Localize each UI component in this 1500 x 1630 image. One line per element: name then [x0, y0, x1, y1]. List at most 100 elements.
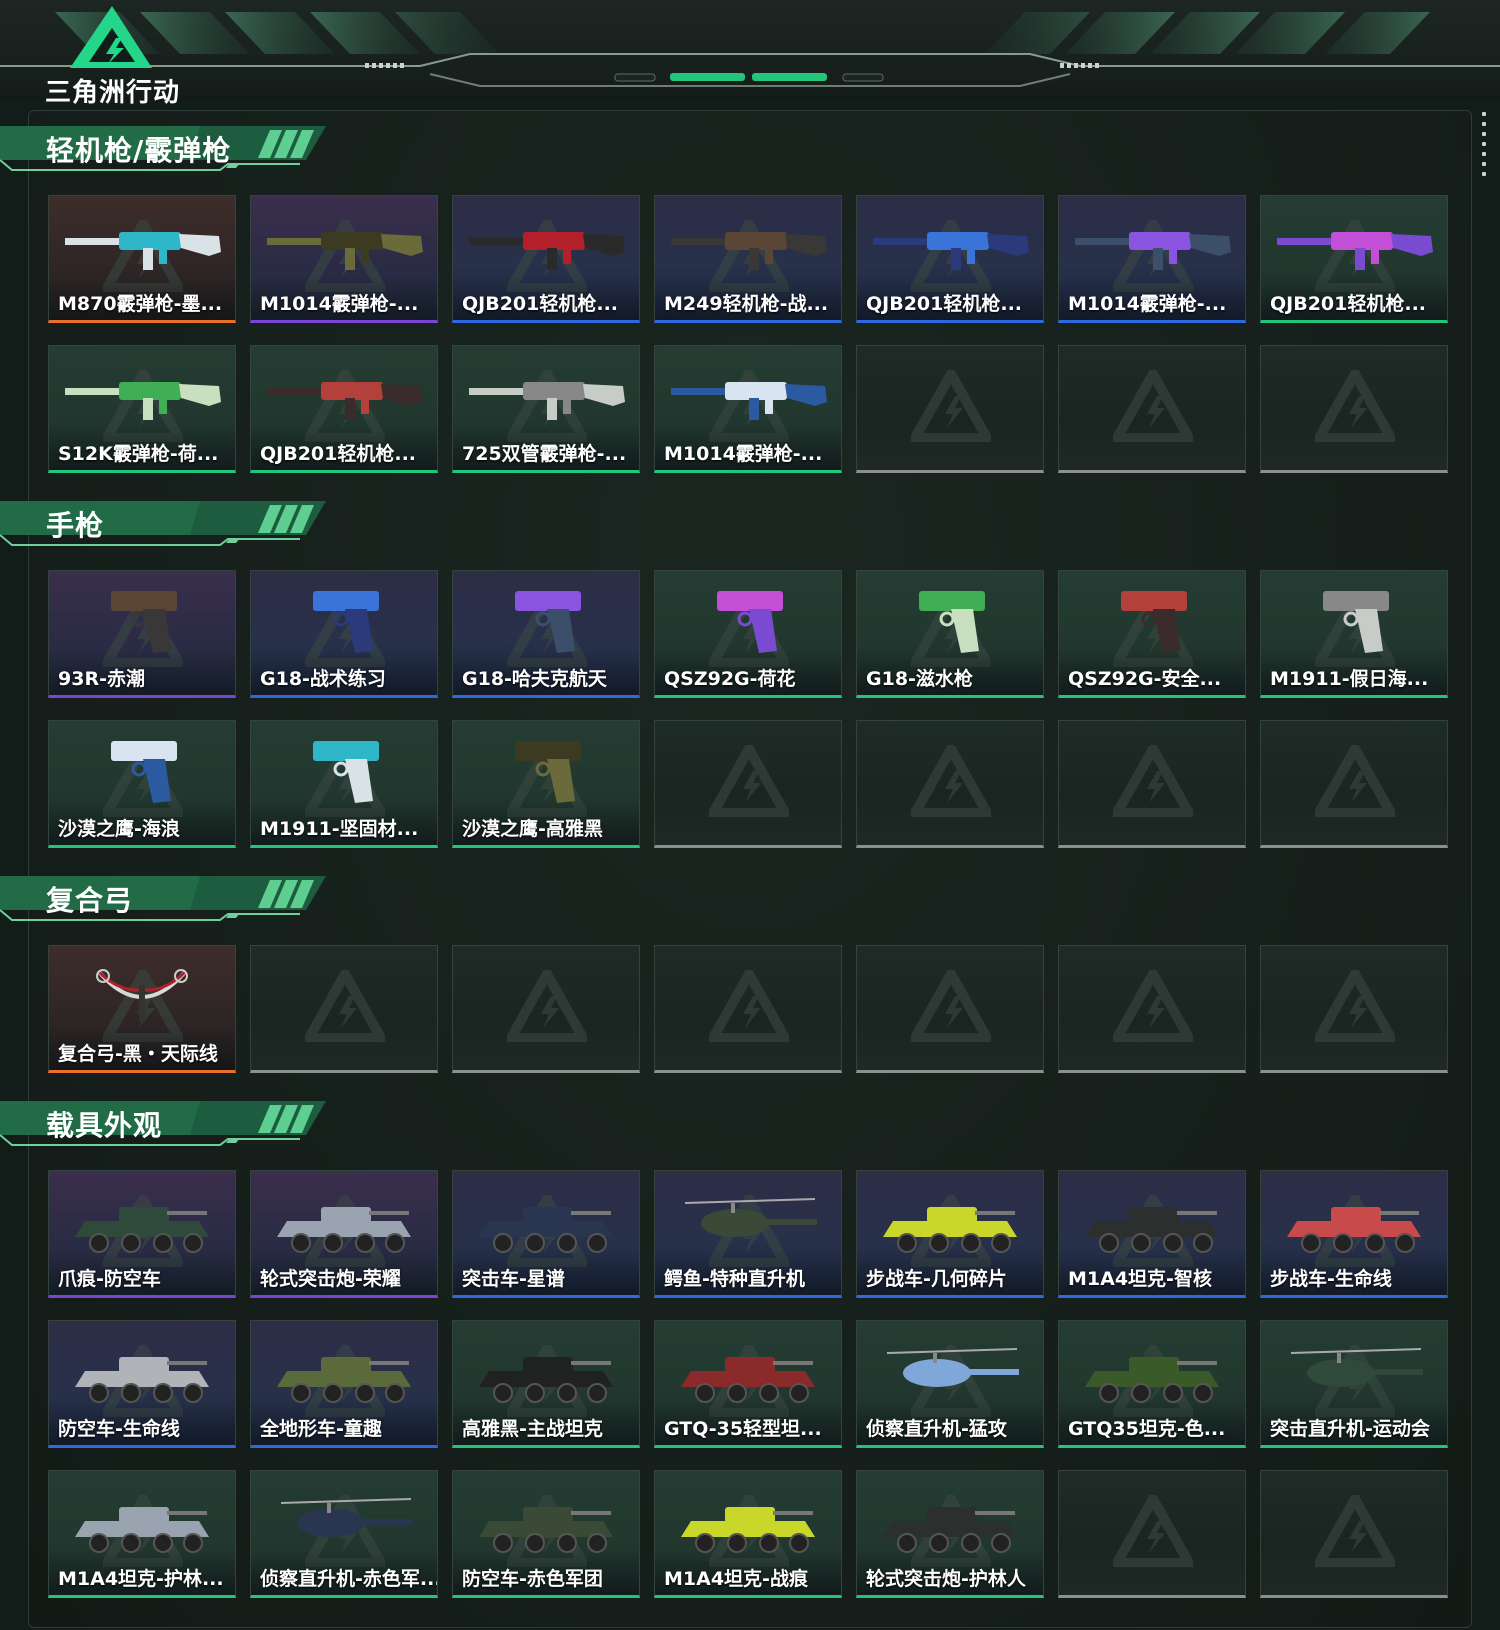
item-card-pistol[interactable]: M1911-坚固材... — [250, 720, 438, 848]
section-title: 轻机枪/霰弹枪 — [46, 134, 232, 167]
item-label: 步战车-几何碎片 — [866, 1268, 1007, 1290]
item-label: M1014霰弹枪-... — [1068, 293, 1227, 315]
item-label: 725双管霰弹枪-... — [462, 443, 627, 465]
item-label: G18-战术练习 — [260, 668, 386, 690]
item-label: M1A4坦克-战痕 — [664, 1568, 808, 1590]
item-card-vehicle-skin[interactable]: 侦察直升机-赤色军... — [250, 1470, 438, 1598]
item-card-lmg-shotgun[interactable]: QJB201轻机枪... — [856, 195, 1044, 323]
section-title: 手枪 — [46, 509, 105, 542]
delta-watermark-icon — [704, 738, 794, 818]
item-card-pistol[interactable]: QSZ92G-荷花 — [654, 570, 842, 698]
empty-slot — [1260, 720, 1448, 848]
item-card-vehicle-skin[interactable]: 防空车-生命线 — [48, 1320, 236, 1448]
section-header-lmg-shotgun: 轻机枪/霰弹枪 — [0, 120, 340, 174]
delta-watermark-icon — [502, 963, 592, 1043]
delta-watermark-icon — [1108, 963, 1198, 1043]
empty-slot — [856, 720, 1044, 848]
delta-watermark-icon — [906, 363, 996, 443]
item-card-lmg-shotgun[interactable]: S12K霰弹枪-荷... — [48, 345, 236, 473]
delta-watermark-icon — [1310, 1488, 1400, 1568]
item-card-lmg-shotgun[interactable]: QJB201轻机枪... — [452, 195, 640, 323]
item-card-vehicle-skin[interactable]: 侦察直升机-猛攻 — [856, 1320, 1044, 1448]
item-card-lmg-shotgun[interactable]: QJB201轻机枪... — [250, 345, 438, 473]
empty-slot — [1058, 1470, 1246, 1598]
item-label: 沙漠之鹰-高雅黑 — [462, 818, 603, 840]
section-header-compound-bow: 复合弓 — [0, 870, 340, 924]
scrollbar[interactable] — [1482, 112, 1488, 182]
item-card-pistol[interactable]: G18-哈夫克航天 — [452, 570, 640, 698]
item-card-vehicle-skin[interactable]: 全地形车-童趣 — [250, 1320, 438, 1448]
item-card-vehicle-skin[interactable]: 步战车-几何碎片 — [856, 1170, 1044, 1298]
logo-text: 三角洲行动 — [45, 78, 181, 108]
item-card-pistol[interactable]: G18-战术练习 — [250, 570, 438, 698]
empty-slot — [1058, 945, 1246, 1073]
item-card-lmg-shotgun[interactable]: M870霰弹枪-墨... — [48, 195, 236, 323]
item-label: 爪痕-防空车 — [58, 1268, 161, 1290]
item-label: 步战车-生命线 — [1270, 1268, 1392, 1290]
item-label: 突击车-星谱 — [462, 1268, 565, 1290]
item-card-pistol[interactable]: 93R-赤潮 — [48, 570, 236, 698]
item-label: M1A4坦克-智核 — [1068, 1268, 1212, 1290]
item-label: G18-哈夫克航天 — [462, 668, 607, 690]
item-card-lmg-shotgun[interactable]: M1014霰弹枪-... — [1058, 195, 1246, 323]
item-card-lmg-shotgun[interactable]: M1014霰弹枪-... — [250, 195, 438, 323]
item-label: 全地形车-童趣 — [260, 1418, 382, 1440]
item-label: S12K霰弹枪-荷... — [58, 443, 219, 465]
item-card-pistol[interactable]: 沙漠之鹰-海浪 — [48, 720, 236, 848]
empty-slot — [1058, 345, 1246, 473]
item-label: QSZ92G-安全... — [1068, 668, 1222, 690]
item-label: M1A4坦克-护林... — [58, 1568, 224, 1590]
delta-watermark-icon — [1310, 963, 1400, 1043]
empty-slot — [1260, 945, 1448, 1073]
item-card-lmg-shotgun[interactable]: 725双管霰弹枪-... — [452, 345, 640, 473]
delta-watermark-icon — [1108, 1488, 1198, 1568]
item-label: M1911-坚固材... — [260, 818, 419, 840]
item-label: 鳄鱼-特种直升机 — [664, 1268, 805, 1290]
delta-watermark-icon — [1108, 363, 1198, 443]
item-card-vehicle-skin[interactable]: 鳄鱼-特种直升机 — [654, 1170, 842, 1298]
item-card-vehicle-skin[interactable]: GTQ35坦克-色... — [1058, 1320, 1246, 1448]
item-label: M249轻机枪-战... — [664, 293, 829, 315]
item-label: 轮式突击炮-荣耀 — [260, 1268, 401, 1290]
item-label: 轮式突击炮-护林人 — [866, 1568, 1026, 1590]
item-card-lmg-shotgun[interactable]: M249轻机枪-战... — [654, 195, 842, 323]
empty-slot — [452, 945, 640, 1073]
item-card-vehicle-skin[interactable]: 突击车-星谱 — [452, 1170, 640, 1298]
empty-slot — [856, 945, 1044, 1073]
item-card-compound-bow[interactable]: 复合弓-黑・天际线 — [48, 945, 236, 1073]
item-card-vehicle-skin[interactable]: M1A4坦克-战痕 — [654, 1470, 842, 1598]
item-card-vehicle-skin[interactable]: 高雅黑-主战坦克 — [452, 1320, 640, 1448]
delta-watermark-icon — [1108, 738, 1198, 818]
item-label: 复合弓-黑・天际线 — [58, 1043, 218, 1065]
delta-watermark-icon — [1310, 738, 1400, 818]
item-card-lmg-shotgun[interactable]: M1014霰弹枪-... — [654, 345, 842, 473]
item-card-vehicle-skin[interactable]: 轮式突击炮-护林人 — [856, 1470, 1044, 1598]
item-label: QJB201轻机枪... — [866, 293, 1023, 315]
empty-slot — [1260, 1470, 1448, 1598]
item-label: M1014霰弹枪-... — [260, 293, 419, 315]
item-label: QJB201轻机枪... — [260, 443, 417, 465]
item-card-vehicle-skin[interactable]: 轮式突击炮-荣耀 — [250, 1170, 438, 1298]
header-bar: 三角洲行动 — [0, 0, 1500, 108]
section-header-pistol: 手枪 — [0, 495, 340, 549]
item-label: 防空车-生命线 — [58, 1418, 180, 1440]
item-card-vehicle-skin[interactable]: 爪痕-防空车 — [48, 1170, 236, 1298]
item-label: 突击直升机-运动会 — [1270, 1418, 1430, 1440]
item-card-vehicle-skin[interactable]: 步战车-生命线 — [1260, 1170, 1448, 1298]
item-card-lmg-shotgun[interactable]: QJB201轻机枪... — [1260, 195, 1448, 323]
section-header-vehicle-skin: 载具外观 — [0, 1095, 340, 1149]
item-card-vehicle-skin[interactable]: M1A4坦克-护林... — [48, 1470, 236, 1598]
item-card-vehicle-skin[interactable]: 突击直升机-运动会 — [1260, 1320, 1448, 1448]
item-card-pistol[interactable]: G18-滋水枪 — [856, 570, 1044, 698]
item-label: QSZ92G-荷花 — [664, 668, 796, 690]
item-card-vehicle-skin[interactable]: GTQ-35轻型坦... — [654, 1320, 842, 1448]
item-card-pistol[interactable]: 沙漠之鹰-高雅黑 — [452, 720, 640, 848]
item-label: QJB201轻机枪... — [1270, 293, 1427, 315]
item-card-pistol[interactable]: QSZ92G-安全... — [1058, 570, 1246, 698]
item-label: 沙漠之鹰-海浪 — [58, 818, 180, 840]
item-card-vehicle-skin[interactable]: 防空车-赤色军团 — [452, 1470, 640, 1598]
header-decoration — [0, 12, 1500, 87]
item-card-pistol[interactable]: M1911-假日海... — [1260, 570, 1448, 698]
item-card-vehicle-skin[interactable]: M1A4坦克-智核 — [1058, 1170, 1246, 1298]
item-label: QJB201轻机枪... — [462, 293, 619, 315]
